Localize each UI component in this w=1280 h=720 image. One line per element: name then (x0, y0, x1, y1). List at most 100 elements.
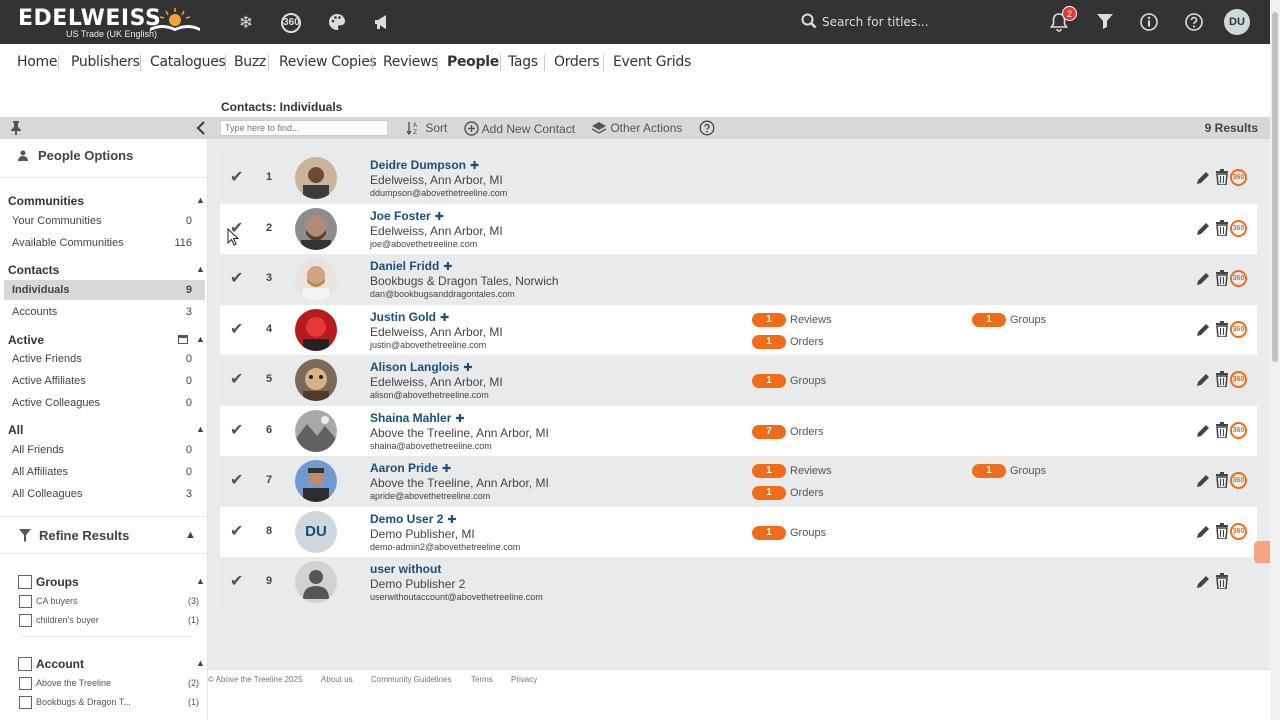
avatar[interactable]: DU (295, 510, 337, 553)
select-check-icon[interactable]: ✔ (230, 571, 243, 591)
count-badge[interactable]: 1 (972, 312, 1006, 327)
avatar[interactable] (295, 207, 337, 250)
scroll-thumb[interactable] (1272, 12, 1278, 362)
delete-icon[interactable] (1215, 219, 1229, 237)
search-input[interactable] (822, 12, 1022, 32)
count-badge[interactable]: 1 (752, 486, 786, 500)
stat-label[interactable]: Orders (790, 426, 824, 438)
contact-name-link[interactable]: Alison Langlois ✚ (370, 360, 473, 374)
collapse-sidebar-icon[interactable] (196, 121, 206, 135)
add-new-contact-button[interactable]: Add New Contact (464, 121, 575, 136)
filter-item-label[interactable]: children's buyer (36, 615, 99, 625)
avatar[interactable] (295, 258, 337, 300)
360-icon[interactable]: 360 (1230, 169, 1247, 186)
filter-checkbox[interactable] (19, 696, 32, 709)
select-check-icon[interactable]: ✔ (230, 167, 243, 187)
contact-name-link[interactable]: Shaina Mahler ✚ (370, 411, 465, 425)
avatar[interactable] (295, 157, 337, 199)
edit-icon[interactable] (1195, 372, 1211, 388)
filter-item-label[interactable]: Bookbugs & Dragon T... (36, 697, 131, 707)
footer-link-privacy[interactable]: Privacy (511, 675, 537, 684)
edit-icon[interactable] (1195, 221, 1211, 237)
collapse-arrow-icon[interactable]: ▲ (196, 576, 205, 586)
nav-review-copies[interactable]: Review Copies (279, 54, 377, 70)
add-contact-icon[interactable]: ✚ (455, 412, 464, 425)
add-contact-icon[interactable]: ✚ (463, 361, 472, 374)
sort-button[interactable]: AZ Sort (406, 121, 447, 136)
nav-home[interactable]: Home (17, 54, 57, 70)
page-scrollbar[interactable] (1270, 0, 1280, 720)
stat-label[interactable]: Reviews (790, 465, 832, 477)
add-contact-icon[interactable]: ✚ (470, 159, 479, 172)
delete-icon[interactable] (1215, 320, 1229, 338)
collapse-arrow-icon[interactable]: ▲ (196, 264, 205, 274)
stat-label[interactable]: Orders (790, 487, 824, 499)
filter-checkbox[interactable] (19, 677, 32, 690)
filter-checkbox[interactable] (19, 595, 32, 608)
help-icon[interactable] (699, 120, 715, 136)
add-contact-icon[interactable]: ✚ (442, 462, 451, 475)
contact-name-link[interactable]: user without (370, 562, 441, 576)
360-icon[interactable]: 360 (1230, 371, 1247, 388)
nav-publishers[interactable]: Publishers (71, 54, 140, 70)
count-badge[interactable]: 7 (752, 424, 786, 439)
stat-label[interactable]: Groups (1010, 465, 1046, 477)
360-icon[interactable]: 360 (281, 13, 301, 33)
collapse-arrow-icon[interactable]: ▲ (196, 658, 205, 668)
count-badge[interactable]: 1 (752, 374, 786, 388)
360-icon[interactable]: 360 (1230, 421, 1247, 439)
360-icon[interactable]: 360 (1230, 472, 1247, 489)
groups-checkbox[interactable] (18, 575, 32, 589)
filter-checkbox[interactable] (19, 614, 32, 627)
avatar[interactable] (295, 409, 337, 452)
snowflake-icon[interactable]: ❄ (235, 12, 257, 34)
count-badge[interactable]: 1 (752, 525, 786, 540)
user-avatar[interactable]: DU (1224, 9, 1250, 35)
edit-icon[interactable] (1195, 423, 1211, 439)
stat-label[interactable]: Orders (790, 336, 824, 348)
contact-name-link[interactable]: Justin Gold ✚ (370, 310, 449, 324)
sidebar-item-active-affiliates[interactable]: Active Affiliates 0 (4, 371, 205, 391)
360-icon[interactable]: 360 (1230, 522, 1247, 540)
pin-icon[interactable] (10, 121, 22, 135)
add-contact-icon[interactable]: ✚ (443, 260, 452, 273)
nav-orders[interactable]: Orders (554, 54, 600, 70)
avatar[interactable] (295, 308, 337, 351)
nav-people[interactable]: People (447, 54, 499, 70)
collapse-arrow-icon[interactable]: ▲ (196, 334, 205, 344)
select-check-icon[interactable]: ✔ (230, 420, 243, 440)
nav-event-grids[interactable]: Event Grids (613, 54, 691, 70)
delete-icon[interactable] (1215, 522, 1229, 540)
sidebar-item-your-communities[interactable]: Your Communities 0 (4, 211, 205, 231)
contact-name-link[interactable]: Daniel Fridd ✚ (370, 259, 453, 273)
collapse-arrow-icon[interactable]: ▲ (185, 529, 196, 541)
select-check-icon[interactable]: ✔ (230, 470, 243, 490)
account-checkbox[interactable] (18, 657, 32, 671)
info-icon[interactable] (1138, 12, 1160, 34)
sidebar-item-accounts[interactable]: Accounts 3 (4, 302, 205, 322)
other-actions-button[interactable]: Other Actions (591, 121, 682, 135)
feedback-tab[interactable] (1254, 541, 1270, 563)
stat-label[interactable]: Reviews (790, 314, 832, 326)
count-badge[interactable]: 1 (752, 312, 786, 327)
filter-icon[interactable] (1094, 12, 1116, 34)
filter-item-label[interactable]: Above the Treeline (36, 678, 111, 688)
footer-link-community-guidelines[interactable]: Community Guidelines (371, 675, 451, 684)
avatar[interactable] (295, 561, 337, 603)
nav-catalogues[interactable]: Catalogues (150, 54, 226, 70)
delete-icon[interactable] (1215, 421, 1229, 439)
megaphone-icon[interactable] (371, 12, 393, 34)
contact-name-link[interactable]: Demo User 2 ✚ (370, 512, 457, 526)
add-contact-icon[interactable]: ✚ (447, 513, 456, 526)
select-check-icon[interactable]: ✔ (230, 369, 243, 389)
delete-icon[interactable] (1215, 573, 1229, 590)
search-icon[interactable] (800, 12, 818, 30)
footer-link-about-us[interactable]: About us (321, 675, 353, 684)
sidebar-item-all-affiliates[interactable]: All Affiliates 0 (4, 462, 205, 482)
edit-icon[interactable] (1195, 473, 1211, 489)
nav-tags[interactable]: Tags (508, 54, 538, 70)
sidebar-item-active-friends[interactable]: Active Friends 0 (4, 349, 205, 369)
calendar-icon[interactable] (178, 334, 188, 344)
avatar[interactable] (295, 359, 337, 401)
sidebar-item-individuals[interactable]: Individuals 9 (4, 280, 205, 300)
